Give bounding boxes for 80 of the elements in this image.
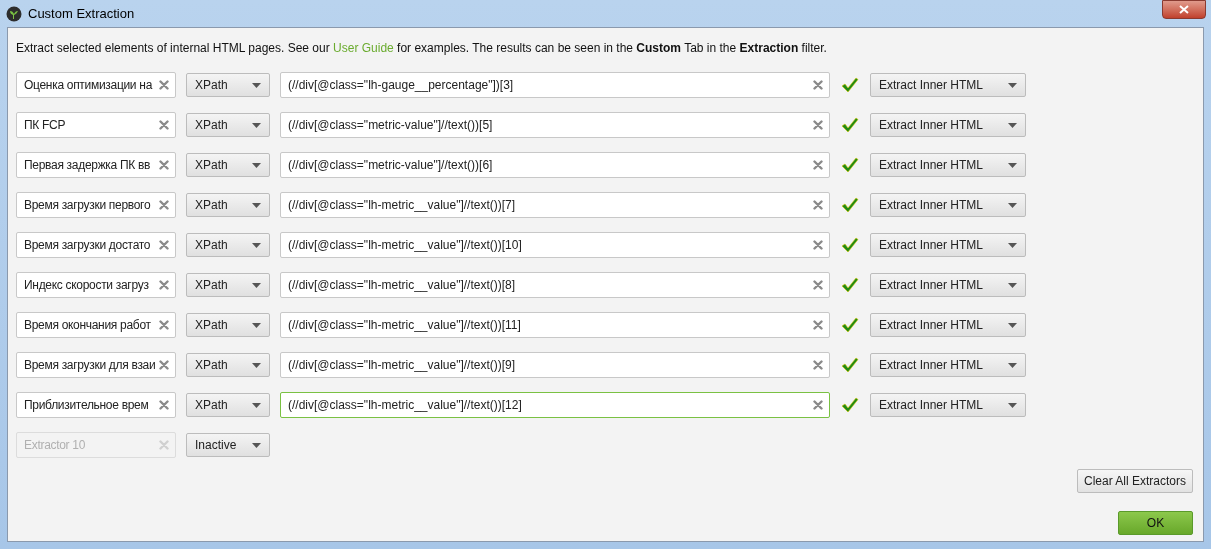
type-dropdown[interactable]: XPath bbox=[186, 113, 270, 137]
caret-icon bbox=[1008, 242, 1017, 248]
caret-icon bbox=[1008, 202, 1017, 208]
mode-dropdown[interactable]: Extract Inner HTML bbox=[870, 313, 1026, 337]
clear-icon[interactable] bbox=[159, 200, 169, 210]
clear-icon[interactable] bbox=[159, 240, 169, 250]
caret-icon bbox=[252, 322, 261, 328]
clear-icon[interactable] bbox=[813, 240, 823, 250]
expression-field[interactable]: (//div[@class="lh-metric__value"]//text())[11] bbox=[280, 312, 830, 338]
clear-icon[interactable] bbox=[159, 160, 169, 170]
caret-icon bbox=[252, 442, 261, 448]
mode-dropdown[interactable]: Extract Inner HTML bbox=[870, 273, 1026, 297]
caret-icon bbox=[1008, 402, 1017, 408]
mode-dropdown[interactable]: Extract Inner HTML bbox=[870, 193, 1026, 217]
expression-field[interactable]: (//div[@class="lh-metric__value"]//text())[9] bbox=[280, 352, 830, 378]
expression-field[interactable]: (//div[@class="lh-metric__value"]//text())[8] bbox=[280, 272, 830, 298]
name-field[interactable]: Время загрузки достато bbox=[16, 232, 176, 258]
clear-icon[interactable] bbox=[813, 120, 823, 130]
intro-text: Extract selected elements of internal HTML pages. See our User Guide for examples. The results can be seen in the Custom Tab in the Extraction filter. bbox=[16, 40, 827, 57]
name-field[interactable]: ПК FCP bbox=[16, 112, 176, 138]
name-field[interactable]: Первая задержка ПК вв bbox=[16, 152, 176, 178]
expression-field[interactable]: (//div[@class="lh-metric__value"]//text())[7] bbox=[280, 192, 830, 218]
clear-icon[interactable] bbox=[813, 320, 823, 330]
expression-field[interactable]: (//div[@class="metric-value"]//text())[6] bbox=[280, 152, 830, 178]
clear-icon[interactable] bbox=[813, 200, 823, 210]
mode-dropdown[interactable]: Extract Inner HTML bbox=[870, 73, 1026, 97]
type-dropdown[interactable]: XPath bbox=[186, 353, 270, 377]
name-field[interactable]: Время загрузки для взаи bbox=[16, 352, 176, 378]
clear-icon[interactable] bbox=[159, 360, 169, 370]
expression-field[interactable]: (//div[@class="lh-metric__value"]//text())[10] bbox=[280, 232, 830, 258]
clear-icon[interactable] bbox=[813, 160, 823, 170]
app-logo-icon bbox=[6, 5, 22, 22]
type-dropdown[interactable]: XPath bbox=[186, 153, 270, 177]
expression-field[interactable]: (//div[@class="lh-gauge__percentage"])[3] bbox=[280, 72, 830, 98]
name-field[interactable]: Приблизительное врем bbox=[16, 392, 176, 418]
caret-icon bbox=[1008, 322, 1017, 328]
expression-field[interactable]: (//div[@class="metric-value"]//text())[5] bbox=[280, 112, 830, 138]
type-dropdown[interactable]: XPath bbox=[186, 73, 270, 97]
expression-field[interactable]: (//div[@class="lh-metric__value"]//text())[12] bbox=[280, 392, 830, 418]
name-field[interactable]: Оценка оптимизации на bbox=[16, 72, 176, 98]
caret-icon bbox=[1008, 362, 1017, 368]
clear-icon[interactable] bbox=[159, 400, 169, 410]
clear-icon[interactable] bbox=[813, 400, 823, 410]
caret-icon bbox=[1008, 82, 1017, 88]
caret-icon bbox=[252, 282, 261, 288]
type-dropdown[interactable]: XPath bbox=[186, 393, 270, 417]
clear-all-button[interactable]: Clear All Extractors bbox=[1077, 469, 1193, 493]
type-dropdown[interactable]: XPath bbox=[186, 313, 270, 337]
mode-dropdown[interactable]: Extract Inner HTML bbox=[870, 113, 1026, 137]
name-field[interactable]: Время окончания работ bbox=[16, 312, 176, 338]
clear-icon[interactable] bbox=[159, 80, 169, 90]
clear-icon[interactable] bbox=[813, 360, 823, 370]
caret-icon bbox=[252, 362, 261, 368]
caret-icon bbox=[252, 122, 261, 128]
caret-icon bbox=[252, 242, 261, 248]
type-dropdown[interactable]: XPath bbox=[186, 273, 270, 297]
caret-icon bbox=[252, 402, 261, 408]
caret-icon bbox=[1008, 282, 1017, 288]
name-field[interactable]: Индекс скорости загруз bbox=[16, 272, 176, 298]
name-field[interactable]: Время загрузки первого bbox=[16, 192, 176, 218]
clear-icon[interactable] bbox=[159, 120, 169, 130]
clear-icon[interactable] bbox=[159, 280, 169, 290]
clear-icon[interactable] bbox=[813, 80, 823, 90]
type-dropdown[interactable]: XPath bbox=[186, 233, 270, 257]
ok-button[interactable]: OK bbox=[1118, 511, 1193, 535]
close-button[interactable] bbox=[1162, 0, 1206, 19]
mode-dropdown[interactable]: Extract Inner HTML bbox=[870, 353, 1026, 377]
close-icon bbox=[1179, 5, 1189, 14]
clear-icon[interactable] bbox=[813, 280, 823, 290]
caret-icon bbox=[252, 162, 261, 168]
caret-icon bbox=[252, 202, 261, 208]
caret-icon bbox=[1008, 122, 1017, 128]
window-title: Custom Extraction bbox=[28, 4, 135, 23]
mode-dropdown[interactable]: Extract Inner HTML bbox=[870, 393, 1026, 417]
type-dropdown[interactable]: XPath bbox=[186, 193, 270, 217]
caret-icon bbox=[252, 82, 261, 88]
clear-icon[interactable] bbox=[159, 320, 169, 330]
mode-dropdown[interactable]: Extract Inner HTML bbox=[870, 153, 1026, 177]
caret-icon bbox=[1008, 162, 1017, 168]
mode-dropdown[interactable]: Extract Inner HTML bbox=[870, 233, 1026, 257]
